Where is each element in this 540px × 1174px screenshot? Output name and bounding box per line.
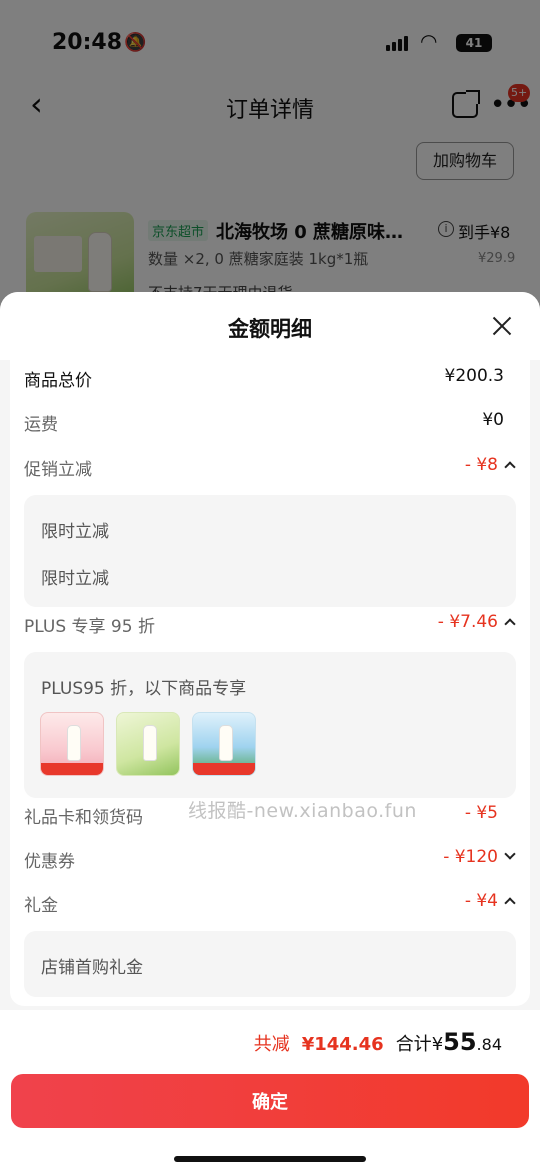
goods-total-amount: ¥200.3 <box>444 366 504 386</box>
cash-gift-detail-box: 店铺首购礼金 <box>24 931 516 997</box>
sheet-title: 金额明细 <box>228 317 312 341</box>
chevron-up-icon[interactable] <box>504 897 516 909</box>
coupon-label: 优惠券 <box>24 852 75 872</box>
watermark: 线报酷-new.xianbao.fun <box>188 800 417 822</box>
total-currency: ¥ <box>431 1034 444 1055</box>
promo-item: 限时立减 <box>41 569 109 589</box>
total-label: 合计 <box>395 1034 432 1055</box>
goods-total-row: 商品总价 ¥200.3 <box>24 364 516 394</box>
promo-detail-box: 限时立减 限时立减 <box>24 495 516 607</box>
plus-detail-box: PLUS95 折，以下商品专享 <box>24 652 516 798</box>
total-integer: 55 <box>443 1028 477 1056</box>
plus-discount-row[interactable]: PLUS 专享 95 折 - ¥7.46 <box>24 610 516 640</box>
total-decimal: .84 <box>476 1035 502 1054</box>
gift-card-amount: - ¥5 <box>464 803 498 823</box>
cash-gift-label: 礼金 <box>24 896 58 916</box>
plus-product-thumb[interactable] <box>116 712 180 776</box>
amount-detail-card: 商品总价 ¥200.3 运费 ¥0 促销立减 - ¥8 限时立减 限时立减 PL… <box>10 360 530 1006</box>
gift-card-label: 礼品卡和领货码 <box>24 808 143 828</box>
cash-gift-row[interactable]: 礼金 - ¥4 <box>24 889 516 919</box>
promo-label: 促销立减 <box>24 460 92 480</box>
home-indicator <box>174 1156 366 1162</box>
chevron-down-icon[interactable] <box>504 848 516 860</box>
coupon-amount: - ¥120 <box>443 847 498 867</box>
cash-gift-item: 店铺首购礼金 <box>41 958 143 978</box>
plus-product-thumb[interactable] <box>192 712 256 776</box>
plus-product-thumb[interactable] <box>40 712 104 776</box>
saved-label: 共减 <box>253 1034 290 1055</box>
plus-note: PLUS95 折，以下商品专享 <box>41 679 247 699</box>
chevron-up-icon[interactable] <box>504 461 516 473</box>
promo-amount: - ¥8 <box>464 455 498 475</box>
plus-discount-amount: - ¥7.46 <box>437 612 498 632</box>
saved-amount: ¥144.46 <box>301 1034 384 1055</box>
total-summary: 共减 ¥144.46 合计 ¥ 55 .84 <box>254 1028 502 1056</box>
bottom-bar: 共减 ¥144.46 合计 ¥ 55 .84 确定 <box>0 1010 540 1174</box>
promo-row[interactable]: 促销立减 - ¥8 <box>24 453 516 483</box>
sheet-header: 金额明细 <box>0 292 540 360</box>
cash-gift-amount: - ¥4 <box>464 891 498 911</box>
shipping-label: 运费 <box>24 415 58 435</box>
coupon-row[interactable]: 优惠券 - ¥120 <box>24 845 516 875</box>
chevron-up-icon[interactable] <box>504 618 516 630</box>
promo-item: 限时立减 <box>41 522 109 542</box>
goods-total-label: 商品总价 <box>24 371 92 391</box>
shipping-amount: ¥0 <box>482 410 504 430</box>
confirm-button[interactable]: 确定 <box>11 1074 529 1128</box>
shipping-row: 运费 ¥0 <box>24 408 516 438</box>
amount-detail-sheet: 金额明细 商品总价 ¥200.3 运费 ¥0 促销立减 - ¥8 限时立减 限时… <box>0 292 540 1174</box>
plus-discount-label: PLUS 专享 95 折 <box>24 617 155 637</box>
close-icon[interactable] <box>490 314 514 338</box>
